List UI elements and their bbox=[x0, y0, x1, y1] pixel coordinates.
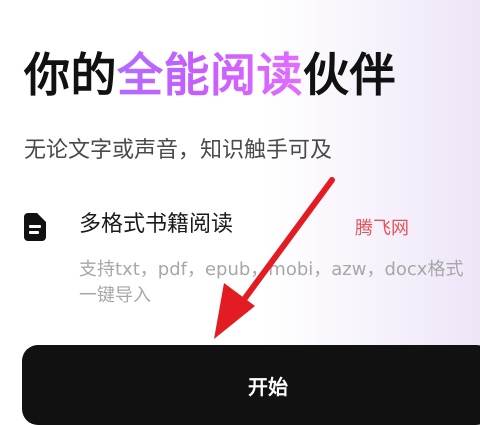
hero-title-after: 伙伴 bbox=[303, 48, 396, 102]
start-button-label: 开始 bbox=[248, 377, 288, 399]
document-icon bbox=[24, 213, 46, 241]
hero-title: 你的全能阅读伙伴 bbox=[24, 52, 396, 98]
feature-description: 支持txt，pdf，epub，mobi，azw，docx格式一键导入 bbox=[79, 259, 464, 307]
hero-title-accent: 全能阅读 bbox=[117, 48, 303, 102]
hero-title-before: 你的 bbox=[24, 48, 117, 102]
feature-item: 多格式书籍阅读 支持txt，pdf，epub，mobi，azw，docx格式一键… bbox=[24, 212, 480, 308]
start-button[interactable]: 开始 bbox=[22, 345, 480, 425]
hero-subtitle: 无论文字或声音，知识触手可及 bbox=[24, 138, 333, 163]
watermark-text: 腾飞网 bbox=[355, 218, 409, 239]
onboarding-page: 你的全能阅读伙伴 无论文字或声音，知识触手可及 多格式书籍阅读 支持txt，pd… bbox=[0, 0, 480, 425]
feature-title: 多格式书籍阅读 bbox=[79, 212, 234, 237]
